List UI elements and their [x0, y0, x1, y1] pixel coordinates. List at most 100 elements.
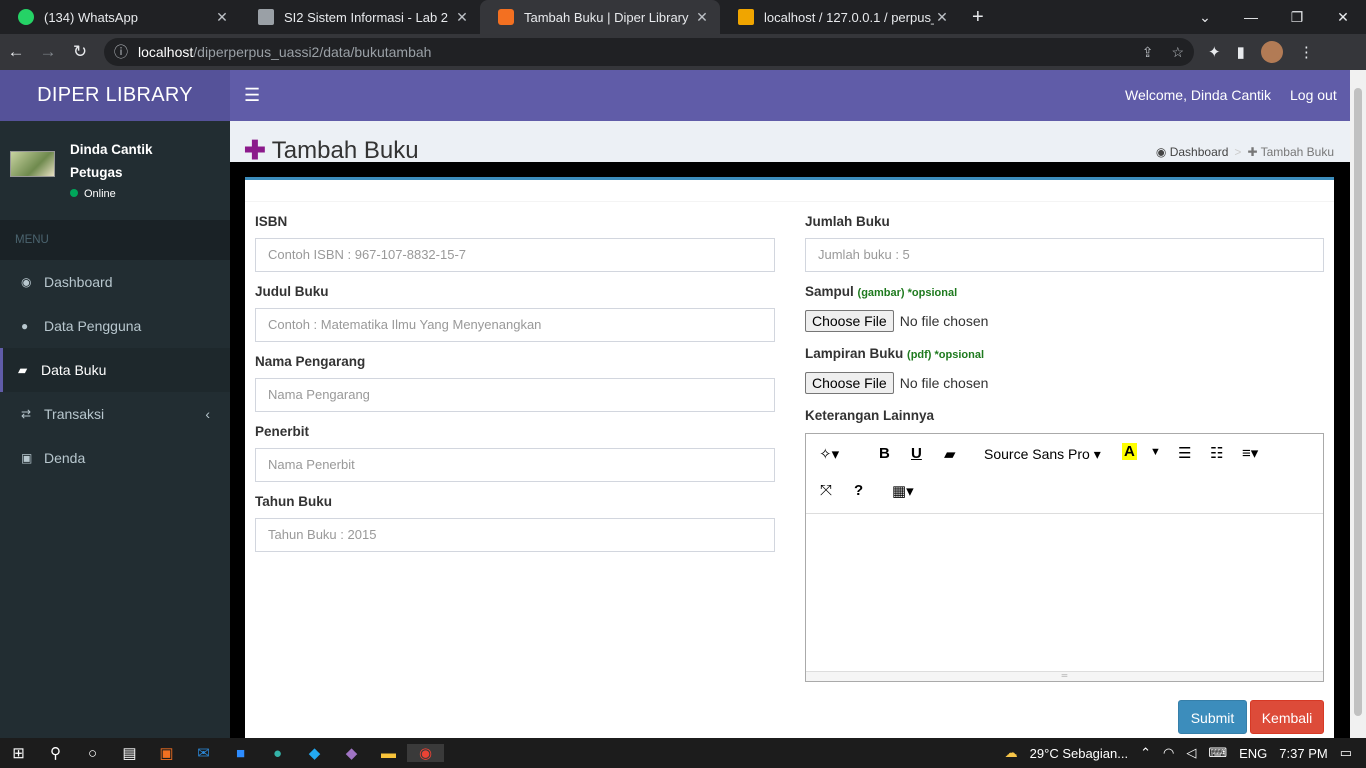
browser-tab-whatsapp[interactable]: (134) WhatsApp ✕ — [0, 0, 240, 34]
weather-text[interactable]: 29°C Sebagian... — [1030, 746, 1128, 761]
close-icon[interactable]: ✕ — [214, 9, 230, 26]
align-icon[interactable]: ≡▾ — [1242, 444, 1258, 462]
network-icon[interactable]: ◠ — [1163, 745, 1174, 761]
minimize-icon[interactable]: — — [1228, 9, 1274, 25]
menu-dots-icon[interactable]: ⋮ — [1299, 43, 1314, 61]
online-dot-icon — [70, 189, 78, 197]
editor-toolbar: ✧▾ B U ▰ Source Sans Pro ▾ A ▼ ☰ ☷ ≡▾ ⤧ … — [806, 434, 1323, 514]
system-tray: ☁ 29°C Sebagian... ⌃ ◠ ◁ ⌨ ENG 7:37 PM ▭ — [1005, 745, 1366, 761]
sidebar-item-transaksi[interactable]: ⇄ Transaksi ‹ — [0, 392, 230, 436]
judul-input[interactable]: Contoh : Matematika Ilmu Yang Menyenangk… — [255, 308, 775, 342]
dashboard-icon: ◉ — [21, 275, 32, 289]
tab-search-icon[interactable]: ⌄ — [1182, 9, 1228, 26]
penerbit-input[interactable]: Nama Penerbit — [255, 448, 775, 482]
browser-tab-tambah-buku[interactable]: Tambah Buku | Diper Library ✕ — [480, 0, 720, 34]
scrollbar-thumb[interactable] — [1354, 88, 1362, 716]
zoom-icon[interactable]: ■ — [222, 745, 259, 762]
side-panel-icon[interactable]: ▮ — [1237, 43, 1245, 61]
restore-icon[interactable]: ❐ — [1274, 9, 1320, 26]
fullscreen-icon[interactable]: ⤧ — [820, 482, 832, 499]
breadcrumb: ◉ Dashboard > ✚ Tambah Buku — [1156, 145, 1334, 159]
search-icon[interactable]: ⚲ — [37, 744, 74, 762]
text-color-icon[interactable]: A — [1122, 443, 1137, 460]
browser-tab-lab[interactable]: SI2 Sistem Informasi - Lab 2 ✕ — [240, 0, 480, 34]
address-bar-row: ← → ↻ ⓘ localhost /diperperpus_uassi2/da… — [0, 34, 1366, 70]
chevron-up-icon[interactable]: ⌃ — [1140, 745, 1151, 761]
table-icon[interactable]: ▦▾ — [892, 482, 914, 500]
task-view-icon[interactable]: ▤ — [111, 744, 148, 762]
magic-style-icon[interactable]: ✧▾ — [819, 445, 839, 463]
submit-button[interactable]: Submit — [1178, 700, 1247, 734]
clock[interactable]: 7:37 PM — [1279, 746, 1327, 761]
help-icon[interactable]: ? — [854, 482, 863, 499]
mail-icon[interactable]: ✉ — [185, 744, 222, 762]
logout-link[interactable]: Log out — [1290, 87, 1337, 103]
new-tab-icon[interactable]: + — [972, 6, 984, 29]
sampul-choose-file-button[interactable]: Choose File — [805, 310, 894, 332]
color-dropdown-icon[interactable]: ▼ — [1150, 446, 1161, 458]
close-icon[interactable]: ✕ — [934, 9, 950, 26]
extensions-icon[interactable]: ✦ — [1208, 43, 1221, 61]
info-icon[interactable]: ⓘ — [114, 42, 128, 62]
whatsapp-icon — [18, 9, 34, 25]
numbered-list-icon[interactable]: ☷ — [1210, 444, 1223, 462]
browser-tab-phpmyadmin[interactable]: localhost / 127.0.0.1 / perpus_si2 ✕ — [720, 0, 960, 34]
judul-label: Judul Buku — [255, 284, 329, 299]
reload-icon[interactable]: ↻ — [64, 42, 96, 62]
isbn-label: ISBN — [255, 214, 288, 229]
back-button[interactable]: Kembali — [1250, 700, 1324, 734]
forward-icon[interactable]: → — [32, 42, 64, 62]
bold-icon[interactable]: B — [879, 445, 890, 462]
tahun-input[interactable]: Tahun Buku : 2015 — [255, 518, 775, 552]
jumlah-input[interactable]: Jumlah buku : 5 — [805, 238, 1324, 272]
profile-avatar[interactable] — [1260, 41, 1283, 63]
tab-title: Tambah Buku | Diper Library — [524, 9, 689, 25]
lampiran-file-status: No file chosen — [899, 375, 989, 391]
language-indicator[interactable]: ENG — [1239, 746, 1267, 761]
page-scrollbar[interactable] — [1350, 70, 1366, 738]
resize-handle[interactable]: ═ — [806, 671, 1323, 681]
book-icon: ▰ — [18, 363, 28, 377]
menu-header: MENU — [0, 220, 230, 260]
vscode-icon[interactable]: ◆ — [296, 744, 333, 762]
sidebar-toggle-icon[interactable]: ☰ — [244, 85, 260, 106]
sidebar-item-data-buku[interactable]: ▰ Data Buku — [0, 348, 230, 392]
keyboard-icon[interactable]: ⌨ — [1208, 745, 1227, 761]
close-icon[interactable]: ✕ — [694, 9, 710, 26]
close-window-icon[interactable]: ✕ — [1320, 9, 1366, 26]
cortana-icon[interactable]: ○ — [74, 745, 111, 762]
breadcrumb-home[interactable]: Dashboard — [1170, 145, 1229, 159]
visual-studio-icon[interactable]: ◆ — [333, 744, 370, 762]
share-icon[interactable]: ⇪ — [1142, 44, 1154, 61]
file-explorer-icon[interactable]: ▬ — [370, 745, 407, 762]
back-icon[interactable]: ← — [0, 42, 32, 62]
user-name: Dinda Cantik — [70, 142, 153, 157]
close-icon[interactable]: ✕ — [454, 9, 470, 26]
window-controls: ⌄ — ❐ ✕ — [1182, 0, 1366, 34]
pengarang-input[interactable]: Nama Pengarang — [255, 378, 775, 412]
bullet-list-icon[interactable]: ☰ — [1178, 444, 1191, 462]
sidebar-item-dashboard[interactable]: ◉ Dashboard — [0, 260, 230, 304]
isbn-input[interactable]: Contoh ISBN : 967-107-8832-15-7 — [255, 238, 775, 272]
page-icon — [258, 9, 274, 25]
font-family-dropdown[interactable]: Source Sans Pro ▾ — [984, 446, 1101, 463]
underline-icon[interactable]: U — [911, 445, 922, 462]
chrome-icon[interactable]: ◉ — [407, 744, 444, 762]
weather-icon[interactable]: ☁ — [1005, 745, 1018, 761]
sidebar-item-denda[interactable]: ▣ Denda — [0, 436, 230, 480]
eraser-icon[interactable]: ▰ — [944, 445, 956, 463]
notifications-icon[interactable]: ▭ — [1340, 745, 1352, 761]
editor-body[interactable] — [806, 514, 1323, 671]
sidebar-item-data-pengguna[interactable]: ● Data Pengguna — [0, 304, 230, 348]
bookmark-star-icon[interactable]: ☆ — [1171, 44, 1184, 61]
windows-start-icon[interactable]: ⊞ — [0, 744, 37, 762]
edge-icon[interactable]: ● — [259, 745, 296, 762]
user-status: Online — [70, 188, 116, 200]
speaker-icon[interactable]: ◁ — [1186, 745, 1196, 761]
logo[interactable]: DIPER LIBRARY — [0, 70, 230, 121]
xampp-app-icon[interactable]: ▣ — [148, 744, 185, 762]
box-header — [245, 180, 1334, 202]
tab-title: (134) WhatsApp — [44, 9, 138, 25]
lampiran-choose-file-button[interactable]: Choose File — [805, 372, 894, 394]
url-field[interactable]: ⓘ localhost /diperperpus_uassi2/data/buk… — [104, 38, 1194, 66]
